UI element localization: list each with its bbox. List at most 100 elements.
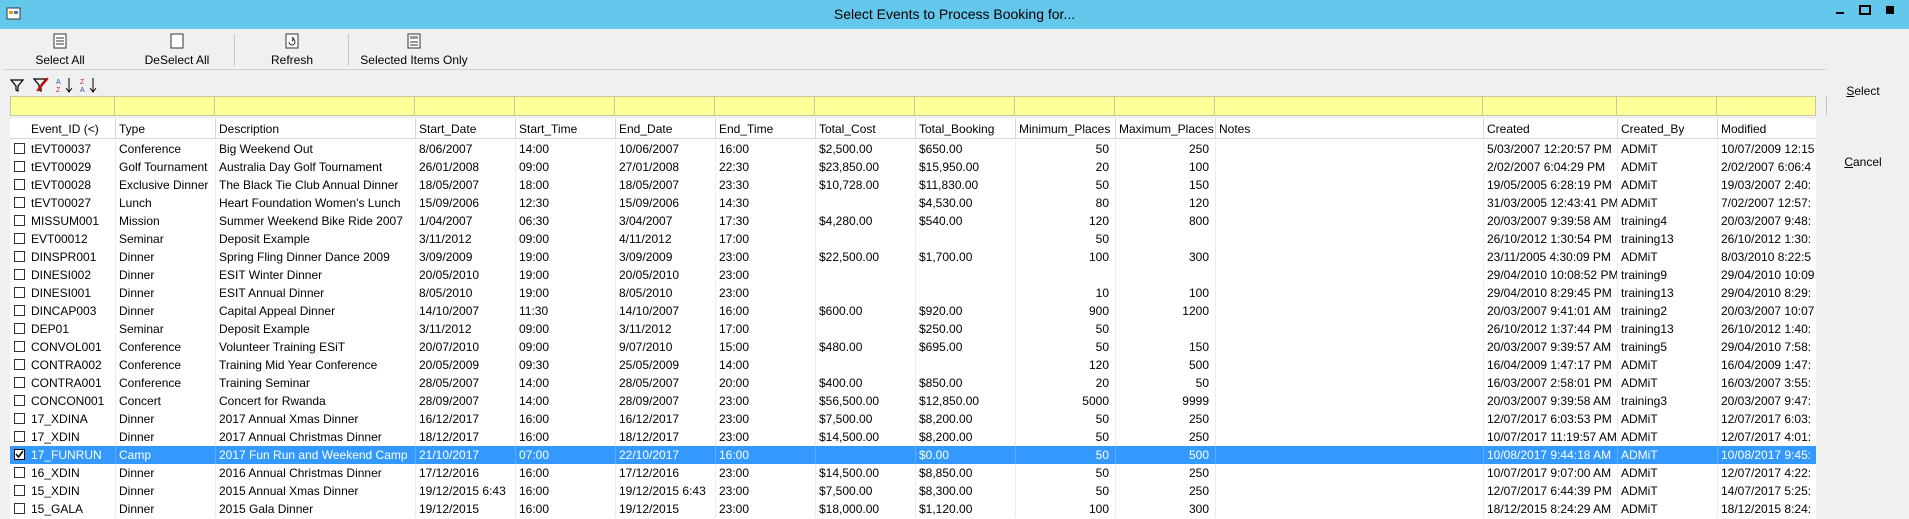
filter-cell[interactable] (1215, 97, 1483, 115)
column-header[interactable]: Minimum_Places (1016, 119, 1116, 139)
table-cell: 14/10/2007 (616, 302, 716, 320)
cancel-button[interactable]: Cancel (1827, 151, 1899, 173)
row-checkbox[interactable] (14, 359, 25, 370)
filter-cell[interactable] (1617, 97, 1717, 115)
column-header[interactable]: Maximum_Places (1116, 119, 1216, 139)
column-header[interactable]: Created (1484, 119, 1618, 139)
filter-cell[interactable] (1483, 97, 1617, 115)
table-cell: Conference (116, 356, 216, 374)
table-row[interactable]: CONVOL001 Conference Volunteer Training ES… (10, 338, 1816, 356)
column-header[interactable]: End_Time (716, 119, 816, 139)
sort-ascending-button[interactable]: AZ (56, 76, 74, 94)
table-row[interactable]: 16_XDIN Dinner 2016 Annual Christmas Dinne… (10, 464, 1816, 482)
filter-cell[interactable] (815, 97, 915, 115)
table-cell (816, 320, 916, 338)
filter-cell[interactable] (915, 97, 1015, 115)
table-row[interactable]: DINESI001 Dinner ESIT Annual Dinner 8/05/20… (10, 284, 1816, 302)
filter-cell[interactable] (1115, 97, 1215, 115)
column-header[interactable]: Type (116, 119, 216, 139)
row-checkbox[interactable] (14, 413, 25, 424)
column-header[interactable]: Event_ID (<) (28, 119, 116, 139)
table-cell: 15/09/2006 (616, 194, 716, 212)
row-checkbox[interactable] (14, 161, 25, 172)
table-row[interactable]: tEVT00029 Golf Tournament Australia Day Go… (10, 158, 1816, 176)
row-checkbox[interactable] (14, 251, 25, 262)
table-row[interactable]: 17_XDIN Dinner 2017 Annual Christmas Dinne… (10, 428, 1816, 446)
table-cell: 10/07/2009 12:15 (1718, 140, 1816, 158)
row-checkbox[interactable] (14, 269, 25, 280)
table-row[interactable]: 15_XDIN Dinner 2015 Annual Xmas Dinner 19/1… (10, 482, 1816, 500)
selected-items-only-button[interactable]: Selected Items Only (354, 30, 474, 70)
table-cell: 14:00 (516, 374, 616, 392)
table-cell: 50 (1016, 482, 1116, 500)
row-checkbox[interactable] (14, 305, 25, 316)
table-row[interactable]: CONTRA002 Conference Training Mid Year Con… (10, 356, 1816, 374)
table-row[interactable]: EVT00012 Seminar Deposit Example 3/11/2012 0… (10, 230, 1816, 248)
table-row[interactable]: tEVT00027 Lunch Heart Foundation Women's L… (10, 194, 1816, 212)
row-checkbox[interactable] (14, 485, 25, 496)
filter-cell[interactable] (715, 97, 815, 115)
table-cell: 18/12/2015 8:24: (1718, 500, 1816, 518)
table-row[interactable]: 17_FUNRUN Camp 2017 Fun Run and Weekend Ca… (10, 446, 1816, 464)
filter-cell[interactable] (115, 97, 215, 115)
column-header[interactable]: Notes (1216, 119, 1484, 139)
filter-cell[interactable] (415, 97, 515, 115)
select-all-button[interactable]: Select All (20, 30, 100, 70)
filter-cell[interactable] (1717, 97, 1827, 115)
table-cell: 14:00 (716, 356, 816, 374)
column-header[interactable]: Description (216, 119, 416, 139)
deselect-all-button[interactable]: DeSelect All (132, 30, 222, 70)
sort-descending-button[interactable]: ZA (80, 76, 98, 94)
column-header[interactable]: End_Date (616, 119, 716, 139)
table-cell: 9999 (1116, 392, 1216, 410)
refresh-button[interactable]: Refresh (252, 30, 332, 70)
row-checkbox[interactable] (14, 143, 25, 154)
table-row[interactable]: 17_XDINA Dinner 2017 Annual Xmas Dinner 16/… (10, 410, 1816, 428)
column-header[interactable]: Created_By (1618, 119, 1718, 139)
filter-cell[interactable] (1015, 97, 1115, 115)
table-row[interactable]: DINSPR001 Dinner Spring Fling Dinner Dance… (10, 248, 1816, 266)
table-cell: 20/03/2007 9:39:58 AM (1484, 212, 1618, 230)
select-button[interactable]: Select (1827, 80, 1899, 102)
row-checkbox[interactable] (14, 449, 25, 460)
column-header[interactable]: Total_Booking (916, 119, 1016, 139)
filter-cell[interactable] (215, 97, 415, 115)
row-checkbox[interactable] (14, 395, 25, 406)
column-header[interactable]: Total_Cost (816, 119, 916, 139)
row-checkbox[interactable] (14, 467, 25, 478)
clear-filter-button[interactable] (32, 76, 50, 94)
row-checkbox[interactable] (14, 179, 25, 190)
filter-button[interactable] (8, 76, 26, 94)
row-checkbox[interactable] (14, 215, 25, 226)
table-cell (1016, 266, 1116, 284)
filter-cell[interactable] (615, 97, 715, 115)
table-cell: 3/11/2012 (616, 320, 716, 338)
table-row[interactable]: 15_GALA Dinner 2015 Gala Dinner 19/12/2015 1… (10, 500, 1816, 518)
row-checkbox[interactable] (14, 323, 25, 334)
filter-cell[interactable] (515, 97, 615, 115)
table-row[interactable]: DINCAP003 Dinner Capital Appeal Dinner 14/1… (10, 302, 1816, 320)
row-checkbox[interactable] (14, 287, 25, 298)
column-header[interactable]: Modified (1718, 119, 1816, 139)
table-row[interactable]: DEP01 Seminar Deposit Example 3/11/2012 09:0… (10, 320, 1816, 338)
filter-row[interactable] (10, 96, 1827, 116)
column-header[interactable]: Start_Time (516, 119, 616, 139)
row-checkbox[interactable] (14, 503, 25, 514)
table-row[interactable]: CONCON001 Concert Concert for Rwanda 28/09/… (10, 392, 1816, 410)
table-row[interactable]: DINESI002 Dinner ESIT Winter Dinner 20/05/2… (10, 266, 1816, 284)
table-row[interactable]: tEVT00037 Conference Big Weekend Out 8/06/2… (10, 140, 1816, 158)
column-header[interactable]: Start_Date (416, 119, 516, 139)
table-row[interactable]: MISSUM001 Mission Summer Weekend Bike Ride… (10, 212, 1816, 230)
row-checkbox[interactable] (14, 341, 25, 352)
row-checkbox[interactable] (14, 197, 25, 208)
row-checkbox[interactable] (14, 431, 25, 442)
close-button[interactable] (1879, 2, 1901, 18)
filter-cell[interactable] (27, 97, 115, 115)
table-row[interactable]: CONTRA001 Conference Training Seminar 28/05… (10, 374, 1816, 392)
minimize-button[interactable] (1829, 2, 1851, 18)
table-row[interactable]: tEVT00028 Exclusive Dinner The Black Tie C… (10, 176, 1816, 194)
maximize-button[interactable] (1854, 2, 1876, 18)
table-cell: ESIT Annual Dinner (216, 284, 416, 302)
row-checkbox[interactable] (14, 377, 25, 388)
row-checkbox[interactable] (14, 233, 25, 244)
